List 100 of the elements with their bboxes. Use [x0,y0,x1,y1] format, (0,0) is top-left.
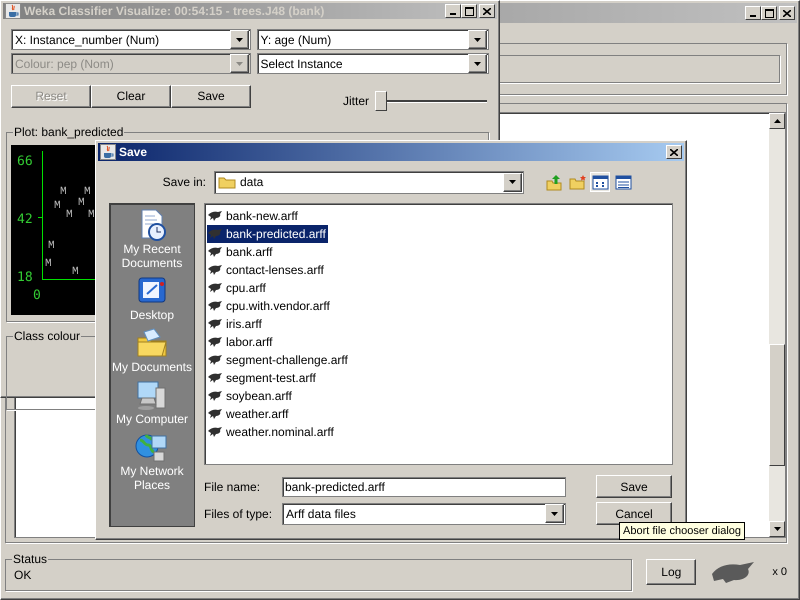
point-marker: M [60,186,67,198]
place-button[interactable]: Desktop [111,274,193,322]
button[interactable]: Clear [91,84,171,108]
maximize-icon [764,8,774,18]
place-button[interactable]: My Recent Documents [111,208,193,270]
tick-label: 0 [33,288,41,303]
save-in-label: Save in: [162,175,206,189]
bird-icon [207,372,223,384]
list-view-icon [591,173,609,191]
close-icon [483,8,491,14]
point-marker: M [48,240,55,252]
place-button[interactable]: My Documents [111,326,193,374]
bird-icon [207,390,223,402]
maximize-button[interactable] [461,4,477,18]
plot-title: Plot: bank_predicted [13,125,124,139]
tick-label: 42 [17,212,33,227]
folder-dropdown[interactable]: data [214,170,524,194]
point-marker: M [72,266,79,278]
caret-icon [234,36,244,42]
file-item[interactable]: cpu.arff [207,279,268,297]
scroll-down-button[interactable] [769,521,785,537]
jitter-label: Jitter [342,94,369,108]
scrollbar[interactable] [769,113,785,537]
bird-icon [207,210,223,222]
dropdown[interactable]: Select Instance [256,53,489,74]
button[interactable]: Save [171,84,251,108]
minimize-button[interactable] [745,6,761,20]
dropdown: Colour: pep (Nom) [11,53,250,74]
bird-icon [207,282,223,294]
caret-icon [550,510,559,516]
slider-track[interactable] [375,91,487,111]
file-item[interactable]: bank.arff [207,243,274,261]
point-marker: M [66,209,73,221]
bird-icon [207,318,223,330]
bird-icon [207,264,223,276]
file-list[interactable] [204,203,673,465]
caret-icon [473,60,482,66]
caret-icon [234,60,244,66]
file-item[interactable]: bank-predicted.arff [207,225,328,243]
caret-icon [473,36,482,42]
class-colour-title: Class colour [13,329,82,343]
caret-icon [774,527,780,531]
place-button[interactable]: My Computer [111,378,193,426]
list-view-button[interactable] [590,172,610,192]
file-item[interactable]: labor.arff [207,333,274,351]
slider-thumb[interactable] [375,91,387,111]
tooltip: Abort file chooser dialog [619,522,746,540]
save-button[interactable]: Save [596,475,672,498]
tick-label: 66 [17,154,33,169]
minimize-button[interactable] [445,4,461,18]
bird-icon [207,336,223,348]
close-button[interactable] [479,4,495,18]
caret-icon [508,179,517,185]
task-count: x 0 [772,566,787,578]
file-item[interactable]: bank-new.arff [207,207,300,225]
file-item[interactable]: iris.arff [207,315,264,333]
cancel-button[interactable]: Cancel [596,502,672,525]
place-button[interactable]: My Network Places [111,430,193,492]
point-marker: M [88,209,95,221]
bird-icon [207,354,223,366]
file-item[interactable]: segment-test.arff [207,369,318,387]
file-item[interactable]: weather.nominal.arff [207,423,336,441]
cup-icon [5,3,21,19]
button: Reset [11,84,91,108]
status-text: OK [14,568,32,582]
log-button[interactable]: Log [646,559,696,585]
bird-icon [207,426,223,438]
point-marker: M [84,186,91,198]
dropdown[interactable]: X: Instance_number (Num) [11,29,250,50]
dropdown[interactable]: Y: age (Num) [256,29,489,50]
point-marker: M [54,200,61,212]
up-folder-icon [545,173,563,191]
point-marker: M [45,258,52,270]
file-item[interactable]: segment-challenge.arff [207,351,350,369]
cup-icon [100,144,116,160]
maximize-button[interactable] [761,6,777,20]
scroll-thumb[interactable] [769,344,785,466]
scroll-up-button[interactable] [769,113,785,129]
dialog-title: Save [119,145,148,159]
file-item[interactable]: weather.arff [207,405,290,423]
bird-icon [207,228,223,240]
caret-icon [774,119,780,123]
dropdown[interactable]: Arff data files [282,502,566,524]
new-folder-icon [568,173,586,191]
close-icon [783,10,791,16]
file-name-label: File name: [204,480,262,494]
file-item[interactable]: soybean.arff [207,387,294,405]
point-marker: M [78,197,85,209]
file-name-field[interactable]: bank-predicted.arff [282,476,566,496]
close-button[interactable] [779,6,795,20]
bird-icon [207,408,223,420]
file-item[interactable]: contact-lenses.arff [207,261,326,279]
bird-icon [207,246,223,258]
file-type-label: Files of type: [204,506,274,520]
close-icon [670,148,678,156]
file-item[interactable]: cpu.with.vendor.arff [207,297,332,315]
status-label: Status [12,552,48,566]
close-button[interactable] [666,145,682,159]
details-view-icon [614,173,632,191]
tick-label: 18 [17,270,33,285]
